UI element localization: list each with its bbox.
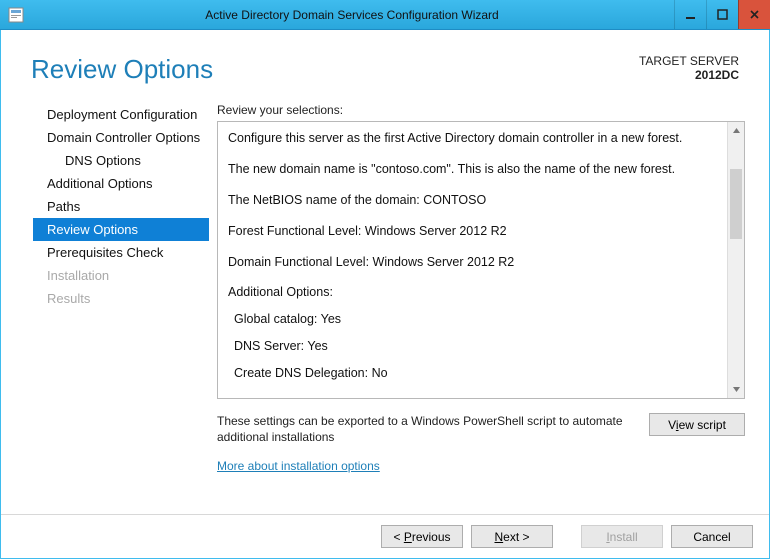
scroll-thumb[interactable] [730, 169, 742, 239]
review-line: Configure this server as the first Activ… [228, 130, 717, 147]
footer: < Previous Next > Install Cancel [1, 514, 769, 558]
review-line: The new domain name is "contoso.com". Th… [228, 161, 717, 178]
step-additional-options[interactable]: Additional Options [39, 172, 209, 195]
review-selections-box: Configure this server as the first Activ… [217, 121, 745, 399]
maximize-button[interactable] [706, 0, 738, 29]
step-domain-controller-options[interactable]: Domain Controller Options [39, 126, 209, 149]
window-title: Active Directory Domain Services Configu… [30, 8, 674, 22]
step-installation: Installation [39, 264, 209, 287]
step-deployment-configuration[interactable]: Deployment Configuration [39, 103, 209, 126]
scrollbar[interactable] [727, 122, 744, 398]
step-dns-options[interactable]: DNS Options [39, 149, 209, 172]
review-line: Additional Options: [228, 284, 717, 301]
scroll-up-arrow-icon[interactable] [728, 122, 744, 139]
review-line: DNS Server: Yes [228, 338, 717, 355]
wizard-steps-nav: Deployment Configuration Domain Controll… [1, 95, 209, 473]
target-server: TARGET SERVER 2012DC [639, 54, 739, 85]
scroll-track[interactable] [728, 139, 744, 381]
next-button[interactable]: Next > [471, 525, 553, 548]
cancel-button[interactable]: Cancel [671, 525, 753, 548]
export-settings-text: These settings can be exported to a Wind… [217, 413, 649, 445]
titlebar: Active Directory Domain Services Configu… [0, 0, 770, 30]
scroll-down-arrow-icon[interactable] [728, 381, 744, 398]
review-line: The NetBIOS name of the domain: CONTOSO [228, 192, 717, 209]
header: Review Options TARGET SERVER 2012DC [1, 30, 769, 95]
step-review-options[interactable]: Review Options [33, 218, 209, 241]
review-line: Forest Functional Level: Windows Server … [228, 223, 717, 240]
view-script-button[interactable]: View script [649, 413, 745, 436]
more-about-installation-link[interactable]: More about installation options [217, 459, 380, 473]
minimize-button[interactable] [674, 0, 706, 29]
step-results: Results [39, 287, 209, 310]
step-paths[interactable]: Paths [39, 195, 209, 218]
review-line: Domain Functional Level: Windows Server … [228, 254, 717, 271]
review-selections-text[interactable]: Configure this server as the first Activ… [218, 122, 727, 398]
client-area: Review Options TARGET SERVER 2012DC Depl… [0, 30, 770, 559]
app-icon [8, 7, 24, 23]
target-server-value: 2012DC [639, 68, 739, 82]
main-panel: Review your selections: Configure this s… [209, 95, 769, 473]
review-selections-label: Review your selections: [217, 103, 745, 117]
target-server-label: TARGET SERVER [639, 54, 739, 68]
step-prerequisites-check[interactable]: Prerequisites Check [39, 241, 209, 264]
review-line: Global catalog: Yes [228, 311, 717, 328]
install-button: Install [581, 525, 663, 548]
window-controls [674, 0, 770, 29]
page-title: Review Options [31, 54, 213, 85]
review-line: Create DNS Delegation: No [228, 365, 717, 382]
close-button[interactable] [738, 0, 770, 29]
previous-button[interactable]: < Previous [381, 525, 463, 548]
